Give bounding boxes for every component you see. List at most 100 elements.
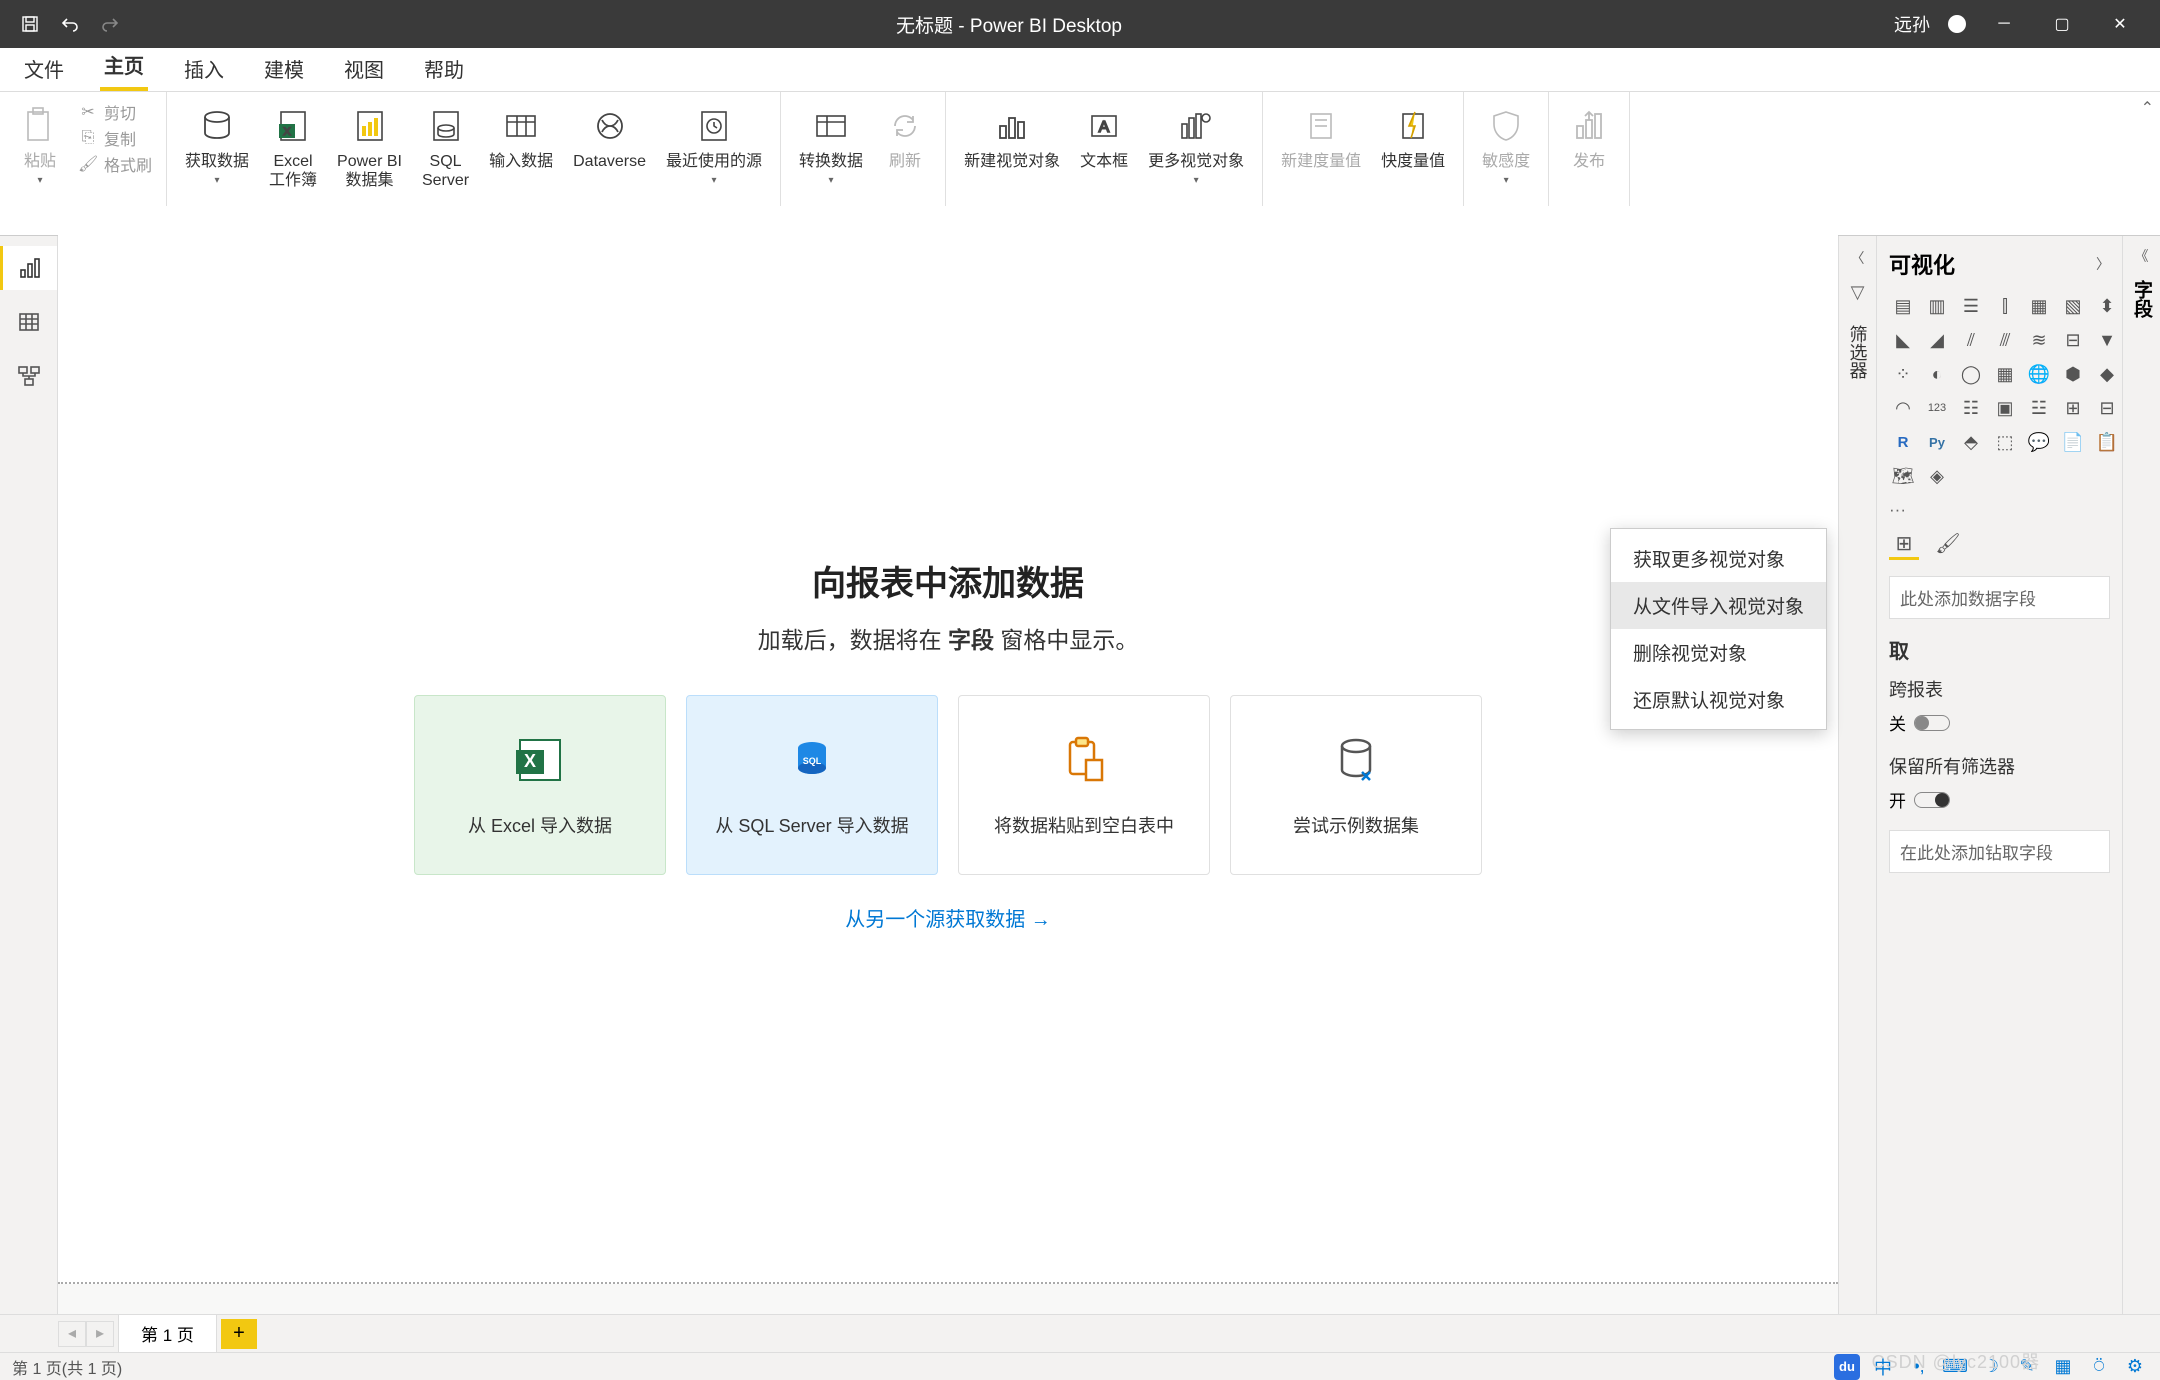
viz-kpi-icon[interactable]: ▣ <box>1991 394 2019 422</box>
ctx-remove-visual[interactable]: 删除视觉对象 <box>1611 629 1826 676</box>
save-icon[interactable] <box>16 10 44 38</box>
undo-icon[interactable] <box>56 10 84 38</box>
viz-paginated-icon[interactable]: 📋 <box>2093 428 2121 456</box>
menu-file[interactable]: 文件 <box>20 44 68 91</box>
card-paste[interactable]: 将数据粘贴到空白表中 <box>958 695 1210 875</box>
viz-map-icon[interactable]: 🌐 <box>2025 360 2053 388</box>
viz-scatter-icon[interactable]: ⁘ <box>1889 360 1917 388</box>
viz-arcgis-icon[interactable]: 🗺 <box>1889 462 1917 490</box>
card-excel[interactable]: X从 Excel 导入数据 <box>414 695 666 875</box>
viz-treemap-icon[interactable]: ▦ <box>1991 360 2019 388</box>
keep-filters-toggle[interactable]: 开 <box>1889 787 2110 812</box>
viz-shape-map-icon[interactable]: ◆ <box>2093 360 2121 388</box>
viz-funnel-icon[interactable]: ▼ <box>2093 326 2121 354</box>
refresh-button[interactable]: 刷新 <box>879 100 931 175</box>
pbi-dataset-button[interactable]: Power BI 数据集 <box>333 100 406 194</box>
textbox-button[interactable]: A文本框 <box>1076 100 1132 175</box>
ribbon-collapse-icon[interactable]: ⌃ <box>2141 98 2154 118</box>
filters-pane-collapsed[interactable]: 〈 ▽ 筛选器 <box>1838 236 1876 1314</box>
ime-person-icon[interactable]: ⍥ <box>2086 1354 2112 1380</box>
sensitivity-button[interactable]: 敏感度▾ <box>1478 100 1534 190</box>
menu-help[interactable]: 帮助 <box>420 44 468 91</box>
ime-grid-icon[interactable]: ▦ <box>2050 1354 2076 1380</box>
redo-icon[interactable] <box>96 10 124 38</box>
new-measure-button[interactable]: 新建度量值 <box>1277 100 1365 175</box>
close-icon[interactable]: ✕ <box>2100 14 2140 34</box>
viz-line-column-icon[interactable]: ⫽ <box>1957 326 1985 354</box>
viz-table-icon[interactable]: ⊞ <box>2059 394 2087 422</box>
viz-clustered-bar-icon[interactable]: ☰ <box>1957 292 1985 320</box>
cross-report-toggle[interactable]: 关 <box>1889 710 2110 735</box>
report-canvas[interactable]: 向报表中添加数据 加载后，数据将在 字段 窗格中显示。 X从 Excel 导入数… <box>58 236 1838 1314</box>
transform-button[interactable]: 转换数据▾ <box>795 100 867 190</box>
viz-stacked-area-icon[interactable]: ◢ <box>1923 326 1951 354</box>
tab-prev-icon[interactable]: ◂ <box>58 1321 86 1347</box>
dataverse-button[interactable]: Dataverse <box>569 100 650 175</box>
viz-waterfall-icon[interactable]: ⊟ <box>2059 326 2087 354</box>
enter-data-button[interactable]: 输入数据 <box>485 100 557 175</box>
format-painter-button[interactable]: 🖌格式刷 <box>78 152 152 176</box>
minimize-icon[interactable]: ─ <box>1984 15 2024 33</box>
viz-clustered-column-icon[interactable]: ⫿ <box>1991 292 2019 320</box>
expand-fields-icon[interactable]: 《 <box>2135 246 2149 266</box>
card-sql[interactable]: SQL从 SQL Server 导入数据 <box>686 695 938 875</box>
menu-insert[interactable]: 插入 <box>180 44 228 91</box>
viz-line-clustered-icon[interactable]: ⫻ <box>1991 326 2019 354</box>
model-view-icon[interactable] <box>0 354 57 398</box>
publish-button[interactable]: 发布 <box>1563 100 1615 175</box>
other-source-link[interactable]: 从另一个源获取数据 → <box>845 903 1051 932</box>
format-tab-icon[interactable]: 🖌 <box>1933 530 1963 560</box>
viz-pie-icon[interactable]: ◐ <box>1923 360 1951 388</box>
viz-stacked-bar-icon[interactable]: ▤ <box>1889 292 1917 320</box>
fields-tab-icon[interactable]: ⊞ <box>1889 530 1919 560</box>
excel-button[interactable]: XExcel 工作簿 <box>265 100 321 194</box>
user-name[interactable]: 远孙 <box>1894 11 1930 37</box>
viz-powerapps-icon[interactable]: ◈ <box>1923 462 1951 490</box>
ctx-restore-default[interactable]: 还原默认视觉对象 <box>1611 676 1826 723</box>
viz-r-icon[interactable]: R <box>1889 428 1917 456</box>
maximize-icon[interactable]: ▢ <box>2042 14 2082 34</box>
viz-qa-icon[interactable]: 💬 <box>2025 428 2053 456</box>
drill-well[interactable]: 在此处添加钻取字段 <box>1889 830 2110 873</box>
recent-sources-button[interactable]: 最近使用的源▾ <box>662 100 766 190</box>
copy-button[interactable]: ⎘复制 <box>78 126 152 150</box>
viz-100-bar-icon[interactable]: ▦ <box>2025 292 2053 320</box>
report-view-icon[interactable] <box>0 246 57 290</box>
data-view-icon[interactable] <box>0 300 57 344</box>
more-visuals-button[interactable]: 更多视觉对象▾ <box>1144 100 1248 190</box>
viz-area-icon[interactable]: ◣ <box>1889 326 1917 354</box>
collapse-viz-icon[interactable]: 〉 <box>2096 254 2110 274</box>
fields-pane-collapsed[interactable]: 《 字段 <box>2122 236 2160 1314</box>
tab-next-icon[interactable]: ▸ <box>86 1321 114 1347</box>
menu-view[interactable]: 视图 <box>340 44 388 91</box>
values-well[interactable]: 此处添加数据字段 <box>1889 576 2110 619</box>
expand-filters-icon[interactable]: 〈 <box>1851 248 1865 268</box>
baidu-ime-icon[interactable]: du <box>1834 1354 1860 1380</box>
viz-matrix-icon[interactable]: ⊟ <box>2093 394 2121 422</box>
menu-model[interactable]: 建模 <box>260 44 308 91</box>
cut-button[interactable]: ✂剪切 <box>78 100 152 124</box>
viz-ribbon-icon[interactable]: ≋ <box>2025 326 2053 354</box>
viz-multi-card-icon[interactable]: ☷ <box>1957 394 1985 422</box>
viz-100-column-icon[interactable]: ▧ <box>2059 292 2087 320</box>
quick-measure-button[interactable]: 快度量值 <box>1377 100 1449 175</box>
new-visual-button[interactable]: 新建视觉对象 <box>960 100 1064 175</box>
sql-button[interactable]: SQL Server <box>418 100 473 194</box>
viz-card-icon[interactable]: 123 <box>1923 394 1951 422</box>
viz-python-icon[interactable]: Py <box>1923 428 1951 456</box>
viz-narrative-icon[interactable]: 📄 <box>2059 428 2087 456</box>
viz-more-icon[interactable]: ··· <box>1889 500 2110 520</box>
viz-donut-icon[interactable]: ◯ <box>1957 360 1985 388</box>
card-sample[interactable]: 尝试示例数据集 <box>1230 695 1482 875</box>
viz-line-icon[interactable]: ⬍ <box>2093 292 2121 320</box>
avatar[interactable] <box>1948 15 1966 33</box>
add-page-button[interactable]: + <box>221 1319 257 1349</box>
viz-slicer-icon[interactable]: ☳ <box>2025 394 2053 422</box>
viz-key-influencers-icon[interactable]: ⬘ <box>1957 428 1985 456</box>
paste-button[interactable]: 粘贴▾ <box>14 100 66 190</box>
menu-home[interactable]: 主页 <box>100 40 148 91</box>
ctx-import-from-file[interactable]: 从文件导入视觉对象 <box>1611 582 1826 629</box>
viz-gauge-icon[interactable]: ◠ <box>1889 394 1917 422</box>
viz-decomposition-icon[interactable]: ⬚ <box>1991 428 2019 456</box>
get-data-button[interactable]: 获取数据▾ <box>181 100 253 190</box>
